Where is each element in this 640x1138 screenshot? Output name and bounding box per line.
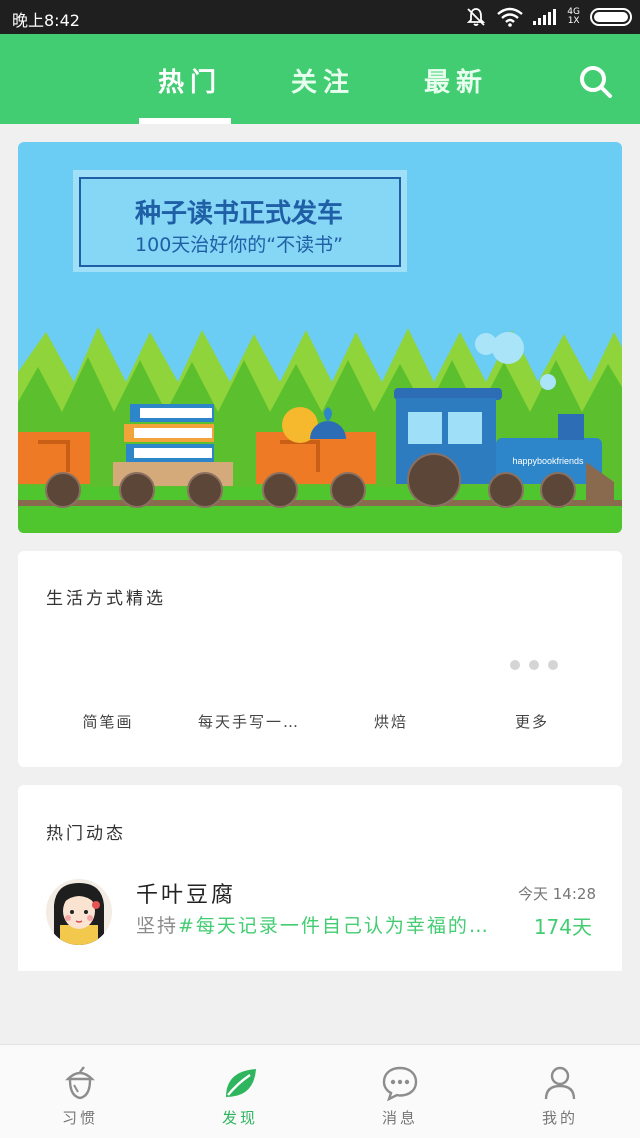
nav-messages[interactable]: 消息 bbox=[320, 1045, 480, 1138]
tab-hot[interactable]: 热门 bbox=[158, 62, 222, 99]
nav-profile-label: 我的 bbox=[541, 1109, 578, 1127]
top-nav: 热门 关注 最新 bbox=[0, 34, 640, 124]
post-habit: #每天记录一件自己认为幸福的… bbox=[178, 915, 490, 937]
active-tab-indicator bbox=[139, 118, 231, 124]
wifi-icon bbox=[497, 7, 524, 27]
leaf-icon bbox=[226, 1069, 256, 1097]
nav-messages-label: 消息 bbox=[381, 1109, 418, 1127]
status-bar: 晚上8:42 4G 1X bbox=[0, 0, 640, 34]
chat-bubble-icon bbox=[382, 1066, 418, 1101]
lifestyle-title: 生活方式精选 bbox=[46, 589, 166, 609]
lifestyle-item-handwriting[interactable]: 每天手写一… bbox=[179, 711, 319, 732]
status-time: 晚上8:42 bbox=[12, 11, 80, 30]
avatar-illustration bbox=[46, 879, 112, 945]
trending-title: 热门动态 bbox=[46, 824, 126, 844]
bell-muted-icon bbox=[467, 8, 486, 26]
search-icon[interactable] bbox=[578, 64, 614, 100]
network-bottom: 1X bbox=[567, 16, 580, 26]
train-text: happybookfriends bbox=[512, 456, 584, 466]
promo-banner[interactable]: happybookfriends 种子读书正式发车 100天治好你的“不读书” bbox=[18, 142, 622, 533]
lifestyle-item-sketch[interactable]: 简笔画 bbox=[38, 711, 178, 732]
trending-card: 热门动态 千叶豆腐 今天 14:28 坚持#每天记录一件自己认为幸福的… 174… bbox=[18, 785, 622, 971]
more-dots-icon bbox=[510, 660, 558, 670]
nav-habits-label: 习惯 bbox=[61, 1109, 98, 1127]
nav-habits[interactable]: 习惯 bbox=[0, 1045, 160, 1138]
bottom-nav: 习惯 发现 消息 我的 bbox=[0, 1044, 640, 1138]
banner-title: 种子读书正式发车 bbox=[134, 199, 343, 229]
lifestyle-item-more[interactable]: 更多 bbox=[462, 711, 602, 732]
nav-discover[interactable]: 发现 bbox=[160, 1045, 320, 1138]
person-icon bbox=[544, 1066, 576, 1100]
nav-discover-label: 发现 bbox=[221, 1109, 258, 1127]
signal-icon bbox=[533, 9, 557, 25]
status-icons: 4G 1X bbox=[465, 5, 632, 29]
post-days: 174天 bbox=[533, 915, 592, 939]
post-username[interactable]: 千叶豆腐 bbox=[136, 877, 236, 909]
tab-following[interactable]: 关注 bbox=[291, 62, 355, 99]
acorn-icon bbox=[65, 1066, 95, 1100]
lifestyle-card: 生活方式精选 简笔画 每天手写一… 烘焙 更多 bbox=[18, 551, 622, 767]
tab-latest[interactable]: 最新 bbox=[424, 62, 488, 99]
lifestyle-item-baking[interactable]: 烘焙 bbox=[321, 711, 461, 732]
avatar[interactable] bbox=[46, 879, 112, 945]
post-time: 今天 14:28 bbox=[518, 885, 596, 903]
battery-icon bbox=[590, 8, 632, 26]
banner-subtitle: 100天治好你的“不读书” bbox=[135, 234, 343, 256]
post-lead: 坚持 bbox=[136, 915, 179, 937]
post-habit-text[interactable]: 坚持#每天记录一件自己认为幸福的… bbox=[136, 911, 526, 938]
nav-profile[interactable]: 我的 bbox=[480, 1045, 640, 1138]
network-type: 4G 1X bbox=[567, 8, 580, 26]
